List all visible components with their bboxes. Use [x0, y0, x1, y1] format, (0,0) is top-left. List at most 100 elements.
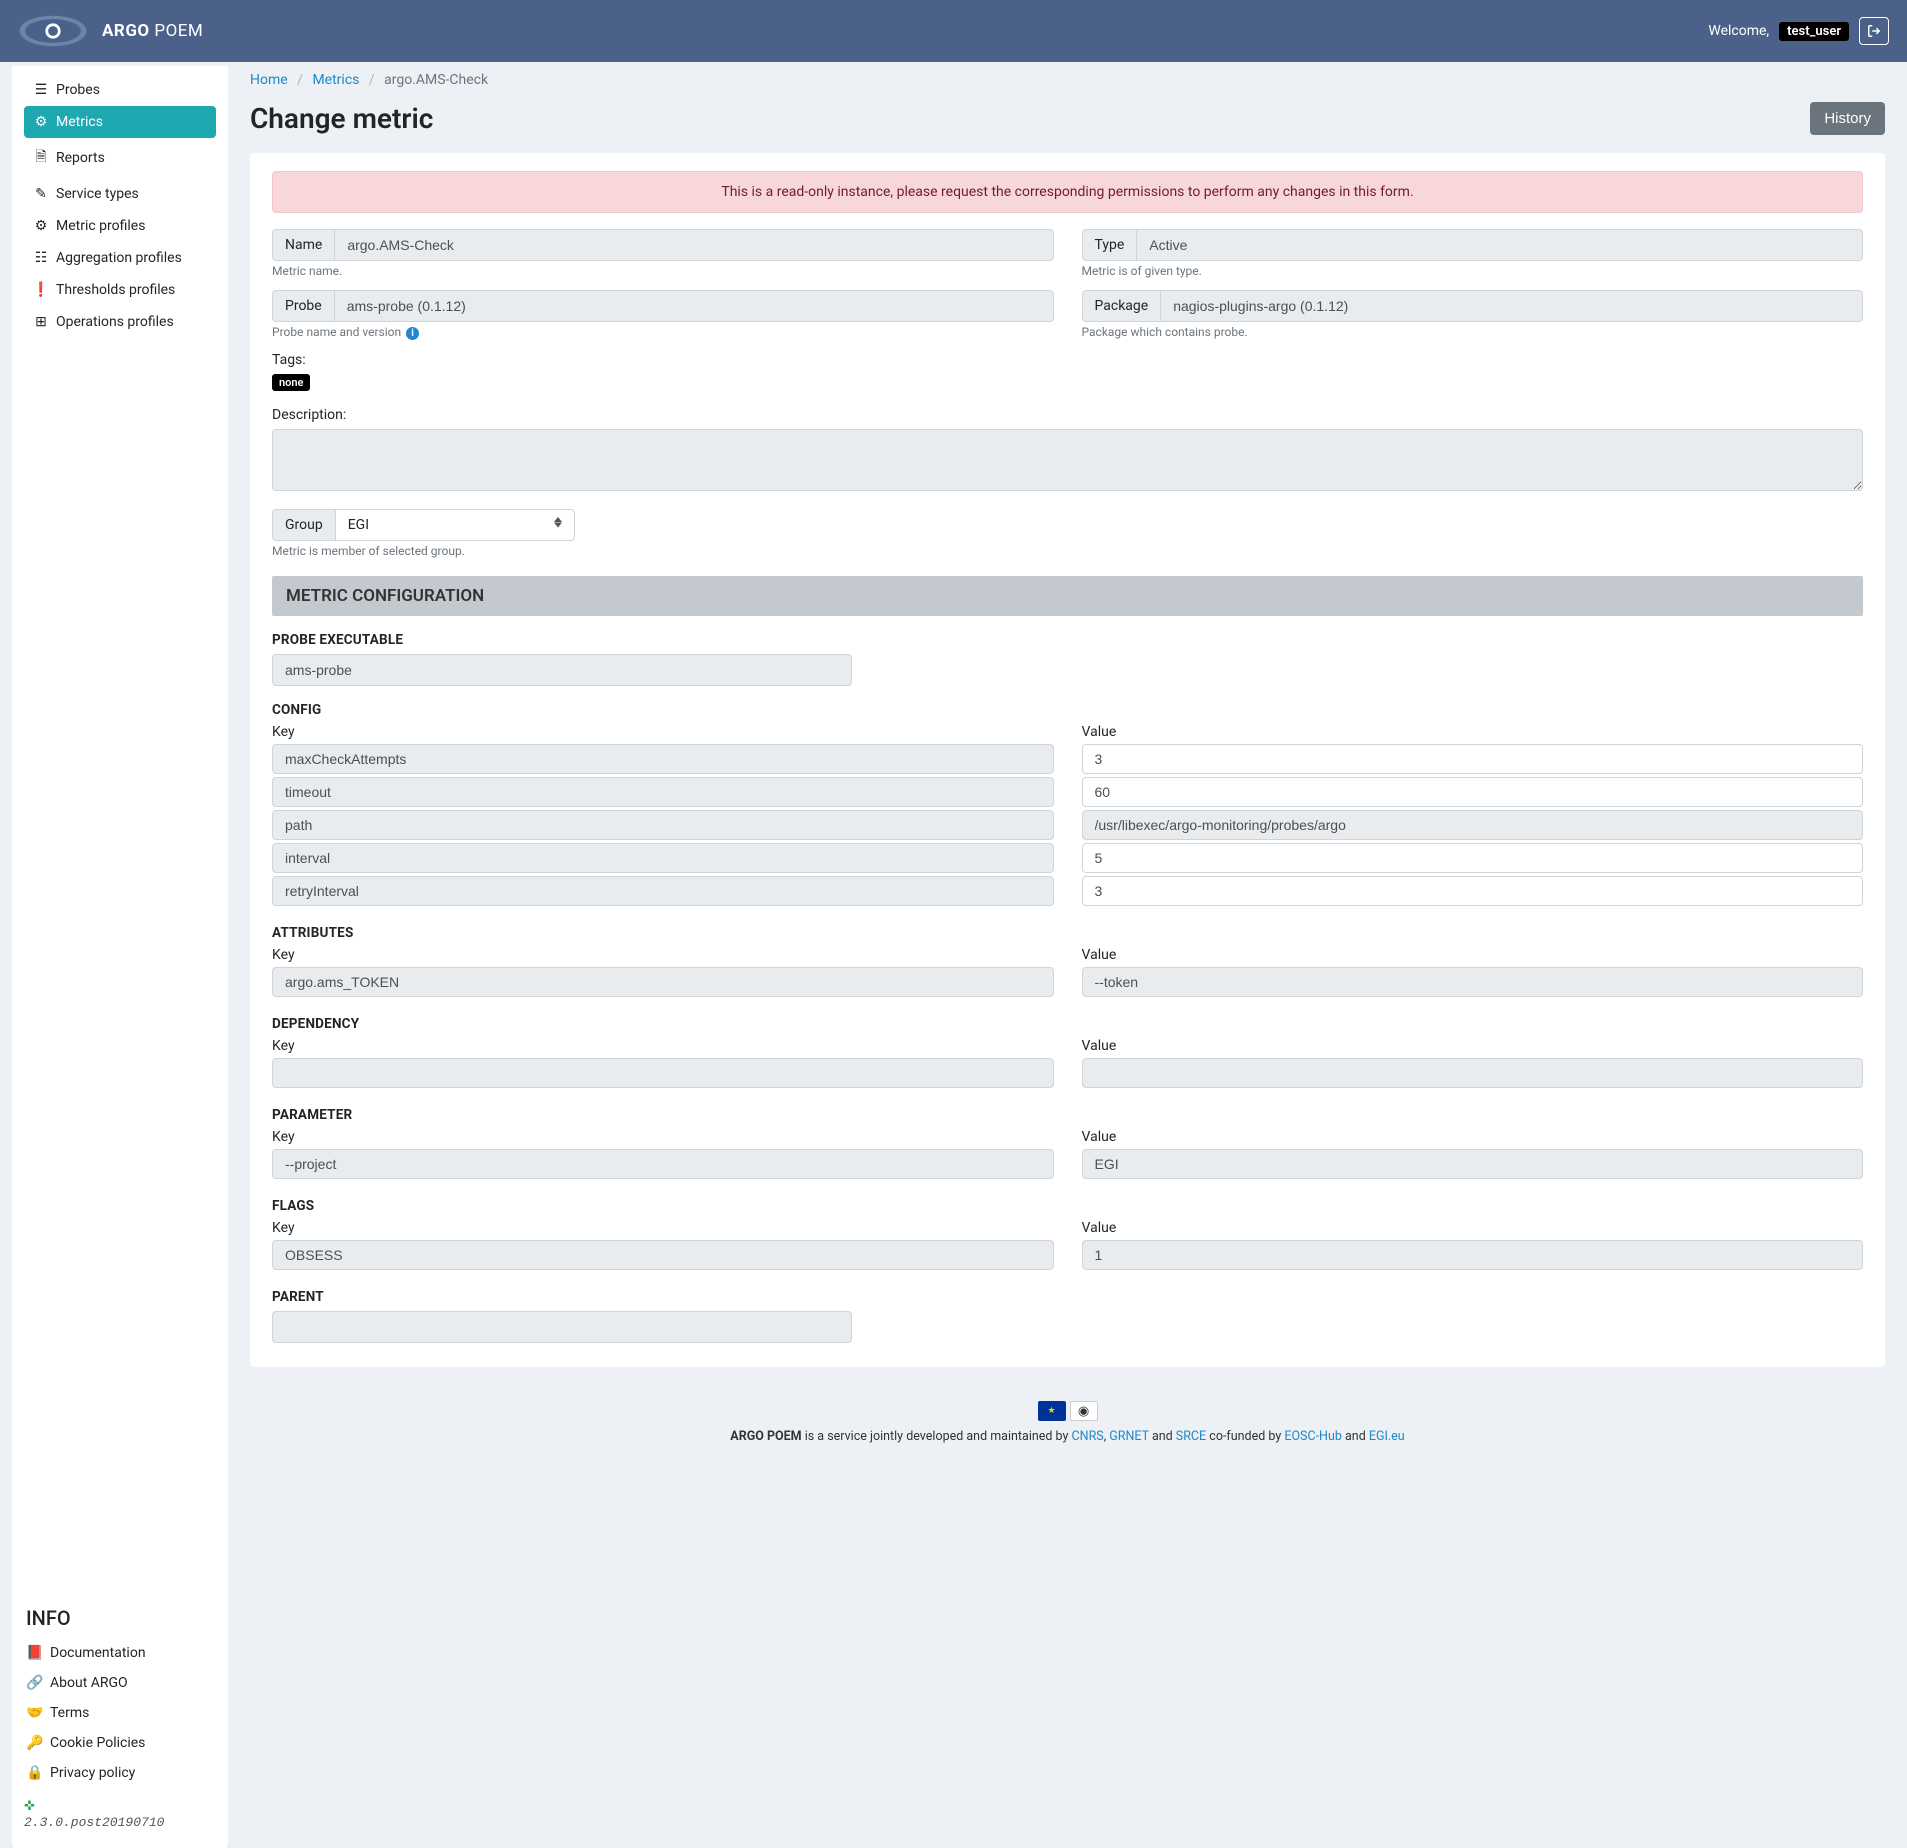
key-input[interactable]	[272, 744, 1054, 774]
table-icon: ⊞	[34, 314, 48, 330]
kv-row	[272, 843, 1863, 876]
value-input[interactable]	[1082, 1240, 1864, 1270]
probe-group: Probe	[272, 290, 1054, 322]
footer-link-cnrs[interactable]: CNRS	[1072, 1429, 1104, 1444]
type-group: Type	[1082, 229, 1864, 261]
eosc-logo-icon: ◉	[1070, 1401, 1098, 1421]
type-input[interactable]	[1136, 229, 1863, 261]
key-label: Key	[272, 1129, 1054, 1145]
link-icon: 🔗	[28, 1675, 42, 1691]
probe-input[interactable]	[334, 290, 1054, 322]
footer-link-srce[interactable]: SRCE	[1176, 1429, 1206, 1444]
type-help: Metric is of given type.	[1082, 264, 1864, 278]
readonly-alert: This is a read-only instance, please req…	[272, 171, 1863, 213]
value-label: Value	[1082, 1038, 1864, 1054]
info-item-documentation[interactable]: 📕Documentation	[24, 1638, 216, 1668]
package-group: Package	[1082, 290, 1864, 322]
info-title: INFO	[26, 1606, 216, 1630]
title-row: Change metric History	[250, 102, 1885, 135]
exclamation-icon: ❗	[34, 282, 48, 298]
history-button[interactable]: History	[1810, 102, 1885, 135]
info-item-about[interactable]: 🔗 About ARGO	[24, 1668, 216, 1698]
parent-input[interactable]	[272, 1311, 852, 1343]
breadcrumb-sep: /	[369, 72, 375, 88]
key-input[interactable]	[272, 1058, 1054, 1088]
sidebar-item-probes[interactable]: ☰Probes	[24, 74, 216, 106]
parent-title: PARENT	[272, 1289, 1863, 1305]
sidebar-item-label: Operations profiles	[56, 314, 174, 330]
sidebar-item-label: Thresholds profiles	[56, 282, 175, 298]
sidebar: ☰Probes ⚙Metrics 🗎Reports ✎ Service types…	[12, 66, 228, 1848]
sidebar-item-label: Service types	[56, 186, 139, 202]
sidebar-item-aggregation-profiles[interactable]: ☷Aggregation profiles	[24, 242, 216, 274]
value-input[interactable]	[1082, 967, 1864, 997]
key-input[interactable]	[272, 777, 1054, 807]
value-input[interactable]	[1082, 843, 1864, 873]
footer-link-grnet[interactable]: GRNET	[1109, 1429, 1149, 1444]
probe-help: Probe name and version i	[272, 325, 1054, 340]
footer-link-egi[interactable]: EGI.eu	[1369, 1429, 1405, 1444]
logout-button[interactable]	[1859, 17, 1889, 45]
sidebar-item-label: Reports	[56, 150, 105, 166]
group-help: Metric is member of selected group.	[272, 544, 1863, 558]
version-wrap: ✜ 2.3.0.post20190710	[24, 1798, 216, 1830]
breadcrumb-metrics[interactable]: Metrics	[312, 72, 359, 88]
name-group: Name	[272, 229, 1054, 261]
value-input[interactable]	[1082, 876, 1864, 906]
description-textarea[interactable]	[272, 429, 1863, 491]
key-input[interactable]	[272, 876, 1054, 906]
breadcrumb-home[interactable]: Home	[250, 72, 288, 88]
probe-exec-title: PROBE EXECUTABLE	[272, 632, 1863, 648]
info-item-label: Terms	[50, 1705, 89, 1721]
key-label: Key	[272, 724, 1054, 740]
value-input[interactable]	[1082, 810, 1864, 840]
key-input[interactable]	[272, 1240, 1054, 1270]
tasks-icon: ☷	[34, 250, 48, 266]
sidebar-item-metric-profiles[interactable]: ⚙Metric profiles	[24, 210, 216, 242]
pen-icon: ✎	[34, 186, 48, 202]
info-item-cookies[interactable]: 🔑Cookie Policies	[24, 1728, 216, 1758]
page-title: Change metric	[250, 102, 433, 135]
package-help: Package which contains probe.	[1082, 325, 1864, 339]
name-input[interactable]	[334, 229, 1053, 261]
info-icon[interactable]: i	[406, 327, 419, 340]
info-item-label: Privacy policy	[50, 1765, 135, 1781]
package-input[interactable]	[1160, 290, 1863, 322]
value-input[interactable]	[1082, 744, 1864, 774]
sidebar-item-reports[interactable]: 🗎Reports	[24, 138, 216, 178]
kv-row	[272, 967, 1863, 1000]
flags-title: FLAGS	[272, 1198, 1863, 1214]
key-input[interactable]	[272, 843, 1054, 873]
key-input[interactable]	[272, 967, 1054, 997]
info-item-label: About ARGO	[50, 1675, 128, 1691]
tags-none-badge: none	[272, 374, 310, 391]
footer-flags: ★ ◉	[250, 1401, 1885, 1421]
kv-row	[272, 777, 1863, 810]
value-input[interactable]	[1082, 777, 1864, 807]
probe-exec-input[interactable]	[272, 654, 852, 686]
key-input[interactable]	[272, 810, 1054, 840]
key-input[interactable]	[272, 1149, 1054, 1179]
group-select-group: Group EGI	[272, 509, 575, 541]
book-icon: 📕	[28, 1645, 42, 1661]
eu-flag-icon: ★	[1038, 1401, 1066, 1421]
gear-icon: ⚙	[34, 114, 48, 130]
group-select[interactable]: EGI	[335, 509, 575, 541]
info-list: 📕Documentation 🔗 About ARGO 🤝Terms 🔑Cooki…	[24, 1638, 216, 1788]
argo-logo-icon	[18, 15, 88, 47]
sidebar-item-service-types[interactable]: ✎ Service types	[24, 178, 216, 210]
sidebar-item-metrics[interactable]: ⚙Metrics	[24, 106, 216, 138]
info-item-privacy[interactable]: 🔒Privacy policy	[24, 1758, 216, 1788]
value-label: Value	[1082, 947, 1864, 963]
info-item-terms[interactable]: 🤝Terms	[24, 1698, 216, 1728]
footer-link-eosc[interactable]: EOSC-Hub	[1284, 1429, 1342, 1444]
value-input[interactable]	[1082, 1149, 1864, 1179]
value-input[interactable]	[1082, 1058, 1864, 1088]
nav-list: ☰Probes ⚙Metrics 🗎Reports ✎ Service types…	[24, 74, 216, 338]
breadcrumb-current: argo.AMS-Check	[384, 72, 488, 88]
value-label: Value	[1082, 1220, 1864, 1236]
config-title: CONFIG	[272, 702, 1863, 718]
metric-config-header: METRIC CONFIGURATION	[272, 576, 1863, 616]
sidebar-item-operations-profiles[interactable]: ⊞ Operations profiles	[24, 306, 216, 338]
sidebar-item-thresholds-profiles[interactable]: ❗ Thresholds profiles	[24, 274, 216, 306]
